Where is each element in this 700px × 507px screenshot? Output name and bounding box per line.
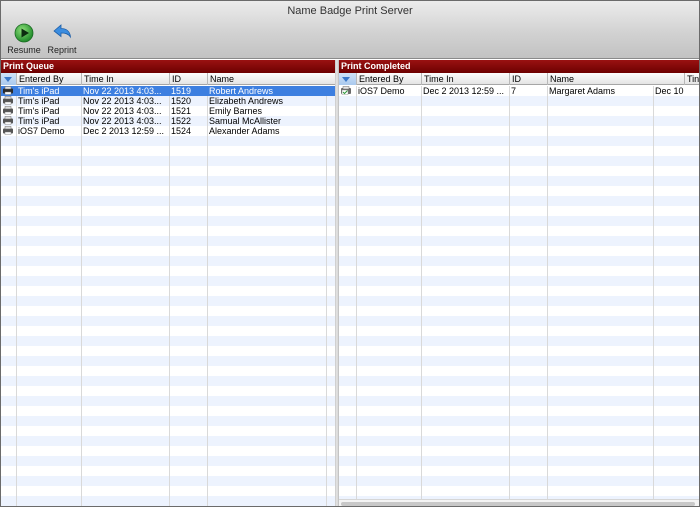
table-row[interactable]: Tim's iPad Nov 22 2013 4:03... 1522 Samual … [1,116,335,126]
table-row[interactable]: Tim's iPad Nov 22 2013 4:03... 1519 Robert … [1,86,335,96]
cell-entered-by: Tim's iPad [18,106,60,116]
printed-badge-icon [339,86,356,96]
column-header-entered-by[interactable]: Entered By [356,73,421,85]
print-completed-pane: Print Completed Entered By Time In ID Na… [339,60,699,506]
printer-icon [1,96,16,106]
cell-time-in: Nov 22 2013 4:03... [83,106,162,116]
cell-entered-by: iOS7 Demo [358,86,405,96]
cell-id: 1522 [171,116,192,126]
table-row[interactable]: Tim's iPad Nov 22 2013 4:03... 1521 Emily B… [1,106,335,116]
horizontal-scrollbar[interactable] [339,499,699,506]
window-title: Name Badge Print Server [287,5,413,17]
cell-entered-by: iOS7 Demo [18,126,65,136]
table-row[interactable]: iOS7 Demo Dec 2 2013 12:59 ... 7 Margaret A… [339,86,699,96]
print-completed-table[interactable]: Entered By Time In ID Name Tin iOS7 Demo… [339,73,699,506]
column-header-time-in[interactable]: Time In [81,73,169,85]
printer-icon [1,86,16,96]
cell-name: Margaret Adams [549,86,616,96]
cell-time-in: Nov 22 2013 4:03... [83,86,162,96]
printer-icon [1,126,16,136]
column-header-name[interactable]: Name [547,73,684,85]
cell-entered-by: Tim's iPad [18,116,60,126]
cell-name: Robert Andrews [209,86,274,96]
cell-entered-by: Tim's iPad [18,86,60,96]
print-queue-table[interactable]: Entered By Time In ID Name Tim's iPad Nov… [1,73,335,506]
scrollbar-thumb[interactable] [341,502,695,506]
sort-arrow-icon [4,77,12,82]
print-completed-column-headers: Entered By Time In ID Name Tin [339,73,699,85]
sort-column-header[interactable] [1,73,16,85]
reprint-arrow-icon [53,24,72,39]
cell-id: 1520 [171,96,192,106]
print-queue-column-headers: Entered By Time In ID Name [1,73,335,85]
reprint-label: Reprint [47,45,77,55]
sort-column-header[interactable] [339,73,356,85]
cell-name: Samual McAllister [209,116,282,126]
resume-label: Resume [7,45,41,55]
cell-id: 7 [511,86,517,96]
table-row[interactable]: Tim's iPad Nov 22 2013 4:03... 1520 Elizabe… [1,96,335,106]
printer-icon [1,106,16,116]
app-window: Name Badge Print Server Resume Reprint P… [0,0,700,507]
cell-name: Alexander Adams [209,126,280,136]
play-icon [14,23,34,43]
cell-time-out: Dec 10 [655,86,684,96]
print-queue-pane: Print Queue Entered By Time In ID Name T… [1,60,335,506]
cell-id: 1524 [171,126,192,136]
cell-time-in: Nov 22 2013 4:03... [83,116,162,126]
cell-time-in: Dec 2 2013 12:59 ... [423,86,505,96]
print-queue-rows: Tim's iPad Nov 22 2013 4:03... 1519 Robert … [1,86,335,506]
column-header-entered-by[interactable]: Entered By [16,73,81,85]
print-completed-rows: iOS7 Demo Dec 2 2013 12:59 ... 7 Margaret A… [339,86,699,506]
cell-entered-by: Tim's iPad [18,96,60,106]
table-row[interactable]: iOS7 Demo Dec 2 2013 12:59 ... 1524 Alexand… [1,126,335,136]
cell-time-in: Nov 22 2013 4:03... [83,96,162,106]
column-header-time-in[interactable]: Time In [421,73,509,85]
cell-id: 1519 [171,86,192,96]
title-bar: Name Badge Print Server Resume Reprint [1,1,699,59]
cell-id: 1521 [171,106,192,116]
cell-time-in: Dec 2 2013 12:59 ... [83,126,165,136]
column-header-time-out[interactable]: Tin [684,73,699,85]
print-queue-header: Print Queue [1,60,335,73]
column-header-name[interactable]: Name [207,73,335,85]
cell-name: Elizabeth Andrews [209,96,284,106]
print-completed-header: Print Completed [339,60,699,73]
cell-name: Emily Barnes [209,106,263,116]
column-header-id[interactable]: ID [169,73,207,85]
sort-arrow-icon [342,77,350,82]
resume-button[interactable]: Resume [5,23,43,55]
reprint-button[interactable]: Reprint [43,23,81,55]
printer-icon [1,116,16,126]
column-header-id[interactable]: ID [509,73,547,85]
